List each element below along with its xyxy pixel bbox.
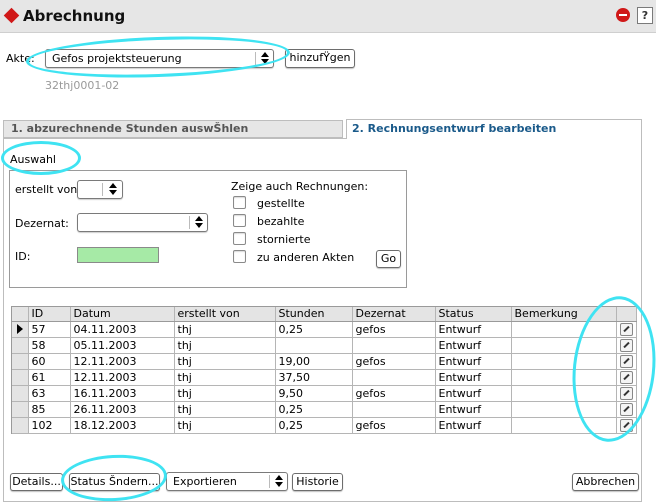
checkbox-stornierte[interactable] [233, 232, 246, 245]
col-status[interactable]: Status [435, 307, 512, 322]
table-row[interactable]: 58 05.11.2003 thj Entwurf [12, 337, 637, 354]
id-label: ID: [15, 250, 31, 263]
cell-erstellt-von: thj [174, 353, 276, 370]
checkbox-gestellte[interactable] [233, 196, 246, 209]
current-row-arrow-icon [17, 324, 23, 334]
cell-id: 58 [28, 337, 71, 354]
zeige-label: Zeige auch Rechnungen: [231, 180, 369, 193]
dezernat-select[interactable] [77, 213, 208, 232]
cell-status: Entwurf [435, 353, 512, 370]
cancel-button[interactable]: Abbrechen [572, 473, 639, 491]
help-button[interactable]: ? [637, 7, 653, 24]
cell-id: 85 [28, 401, 71, 418]
cell-stunden: 9,50 [275, 385, 353, 402]
col-datum[interactable]: Datum [70, 307, 175, 322]
cell-datum: 16.11.2003 [70, 385, 175, 402]
cell-erstellt-von: thj [174, 417, 276, 434]
cell-dezernat [352, 369, 436, 386]
cell-dezernat: gefos [352, 353, 436, 370]
cell-status: Entwurf [435, 417, 512, 434]
table-row[interactable]: 85 26.11.2003 thj 0,25 Entwurf [12, 401, 637, 418]
cell-id: 60 [28, 353, 71, 370]
history-button[interactable]: Historie [292, 473, 343, 491]
col-erstellt-von[interactable]: erstellt von [174, 307, 276, 322]
col-id[interactable]: ID [28, 307, 71, 322]
cell-stunden [275, 337, 353, 354]
table-row[interactable]: 61 12.11.2003 thj 37,50 Entwurf [12, 369, 637, 386]
cell-dezernat: gefos [352, 385, 436, 402]
cell-erstellt-von: thj [174, 369, 276, 386]
akte-sub-id: 32thj0001-02 [45, 79, 120, 92]
cell-datum: 12.11.2003 [70, 353, 175, 370]
table-row[interactable]: 60 12.11.2003 thj 19,00 gefos Entwurf [12, 353, 637, 370]
table-row[interactable]: 63 16.11.2003 thj 9,50 gefos Entwurf [12, 385, 637, 402]
cell-id: 102 [28, 417, 71, 434]
cell-id: 57 [28, 321, 71, 338]
cell-erstellt-von: thj [174, 337, 276, 354]
cell-erstellt-von: thj [174, 401, 276, 418]
details-button[interactable]: Details... [10, 473, 63, 491]
cell-status: Entwurf [435, 369, 512, 386]
close-icon[interactable] [616, 8, 630, 22]
annotation-ring-auswahl [1, 141, 81, 175]
annotation-ring-akte [25, 32, 291, 82]
checkbox-stornierte-label: stornierte [257, 233, 311, 246]
cell-dezernat: gefos [352, 417, 436, 434]
cell-erstellt-von: thj [174, 321, 276, 338]
cell-dezernat [352, 401, 436, 418]
cell-stunden: 0,25 [275, 401, 353, 418]
table-row[interactable]: 57 04.11.2003 thj 0,25 gefos Entwurf [12, 321, 637, 338]
cell-datum: 04.11.2003 [70, 321, 175, 338]
tab-select-hours[interactable]: 1. abzurechnende Stunden auswŠhlen [3, 120, 343, 138]
checkbox-andere-akten[interactable] [233, 250, 246, 263]
cell-id: 61 [28, 369, 71, 386]
tab-edit-invoice[interactable]: 2. Rechnungsentwurf bearbeiten [346, 119, 642, 139]
checkbox-bezahlte[interactable] [233, 214, 246, 227]
cell-stunden: 0,25 [275, 417, 353, 434]
cell-datum: 12.11.2003 [70, 369, 175, 386]
table-header-row: ID Datum erstellt von Stunden Dezernat S… [12, 307, 637, 322]
cell-datum: 26.11.2003 [70, 401, 175, 418]
cell-stunden: 37,50 [275, 369, 353, 386]
export-select[interactable]: Exportieren [166, 472, 288, 491]
erstellt-von-select[interactable] [77, 180, 123, 199]
cell-stunden: 0,25 [275, 321, 353, 338]
col-dezernat[interactable]: Dezernat [352, 307, 436, 322]
cell-status: Entwurf [435, 337, 512, 354]
erstellt-von-label: erstellt von: [15, 183, 81, 196]
table-row[interactable]: 102 18.12.2003 thj 0,25 gefos Entwurf [12, 417, 637, 434]
cell-dezernat: gefos [352, 321, 436, 338]
dezernat-label: Dezernat: [15, 217, 69, 230]
cell-erstellt-von: thj [174, 385, 276, 402]
cell-status: Entwurf [435, 385, 512, 402]
col-stunden[interactable]: Stunden [275, 307, 353, 322]
checkbox-gestellte-label: gestellte [257, 197, 305, 210]
window-title: Abrechnung [23, 7, 126, 25]
add-akte-button[interactable]: hinzufŸgen [285, 49, 355, 68]
go-button[interactable]: Go [376, 250, 401, 268]
cell-id: 63 [28, 385, 71, 402]
export-select-value: Exportieren [173, 475, 237, 488]
cell-status: Entwurf [435, 321, 512, 338]
cell-status: Entwurf [435, 401, 512, 418]
cell-stunden: 19,00 [275, 353, 353, 370]
cell-datum: 05.11.2003 [70, 337, 175, 354]
cell-datum: 18.12.2003 [70, 417, 175, 434]
checkbox-andere-akten-label: zu anderen Akten [257, 251, 355, 264]
cell-dezernat [352, 337, 436, 354]
invoice-table: ID Datum erstellt von Stunden Dezernat S… [12, 307, 637, 434]
id-input[interactable] [77, 247, 159, 263]
checkbox-bezahlte-label: bezahlte [257, 215, 305, 228]
